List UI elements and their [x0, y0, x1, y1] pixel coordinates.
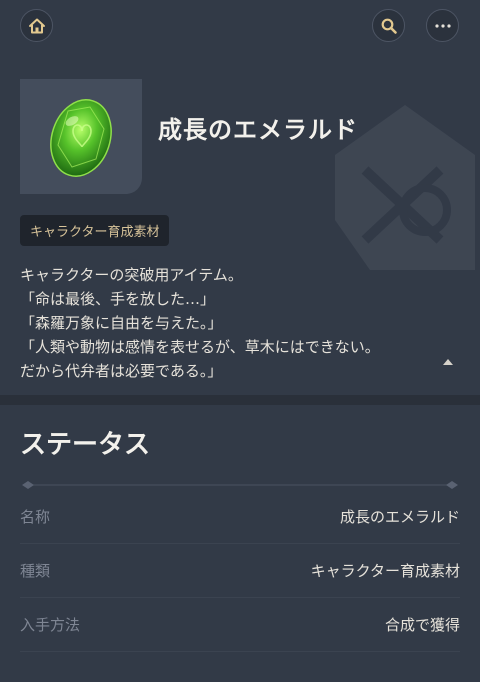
row-value: 成長のエメラルド: [339, 508, 460, 526]
more-icon: [434, 23, 451, 28]
item-description: キャラクターの突破用アイテム。 「命は最後、手を放した…」 「森羅万象に自由を与…: [20, 263, 440, 383]
description-line: 「命は最後、手を放した…」: [20, 290, 216, 308]
item-title: 成長のエメラルド: [158, 116, 358, 144]
table-row: 名称 成長のエメラルド: [20, 490, 460, 544]
top-bar: [0, 0, 480, 52]
row-value: キャラクター育成素材: [310, 562, 460, 580]
description-line: だから代弁者は必要である。」: [20, 362, 223, 380]
description-line: キャラクターの突破用アイテム。: [20, 266, 243, 284]
status-section-title: ステータス: [20, 430, 151, 460]
home-button[interactable]: [20, 9, 53, 42]
search-icon: [381, 18, 397, 34]
emerald-gem-icon: [50, 99, 112, 177]
row-key: 入手方法: [20, 616, 81, 634]
home-icon: [28, 18, 45, 33]
search-button[interactable]: [372, 9, 405, 42]
collapse-arrow-icon[interactable]: [443, 359, 453, 365]
section-divider: [0, 395, 480, 405]
table-row: 種類 キャラクター育成素材: [20, 544, 460, 598]
row-key: 名称: [20, 508, 51, 526]
category-tag: キャラクター育成素材: [20, 215, 170, 246]
row-key: 種類: [20, 562, 51, 580]
item-image: [20, 79, 142, 194]
more-button[interactable]: [426, 9, 459, 42]
description-line: 「森羅万象に自由を与えた。」: [20, 314, 223, 332]
row-value: 合成で獲得: [384, 616, 460, 634]
status-table: 名称 成長のエメラルド 種類 キャラクター育成素材 入手方法 合成で獲得: [20, 490, 460, 652]
table-row: 入手方法 合成で獲得: [20, 598, 460, 652]
description-line: 「人類や動物は感情を表せるが、草木にはできない。: [20, 338, 380, 356]
